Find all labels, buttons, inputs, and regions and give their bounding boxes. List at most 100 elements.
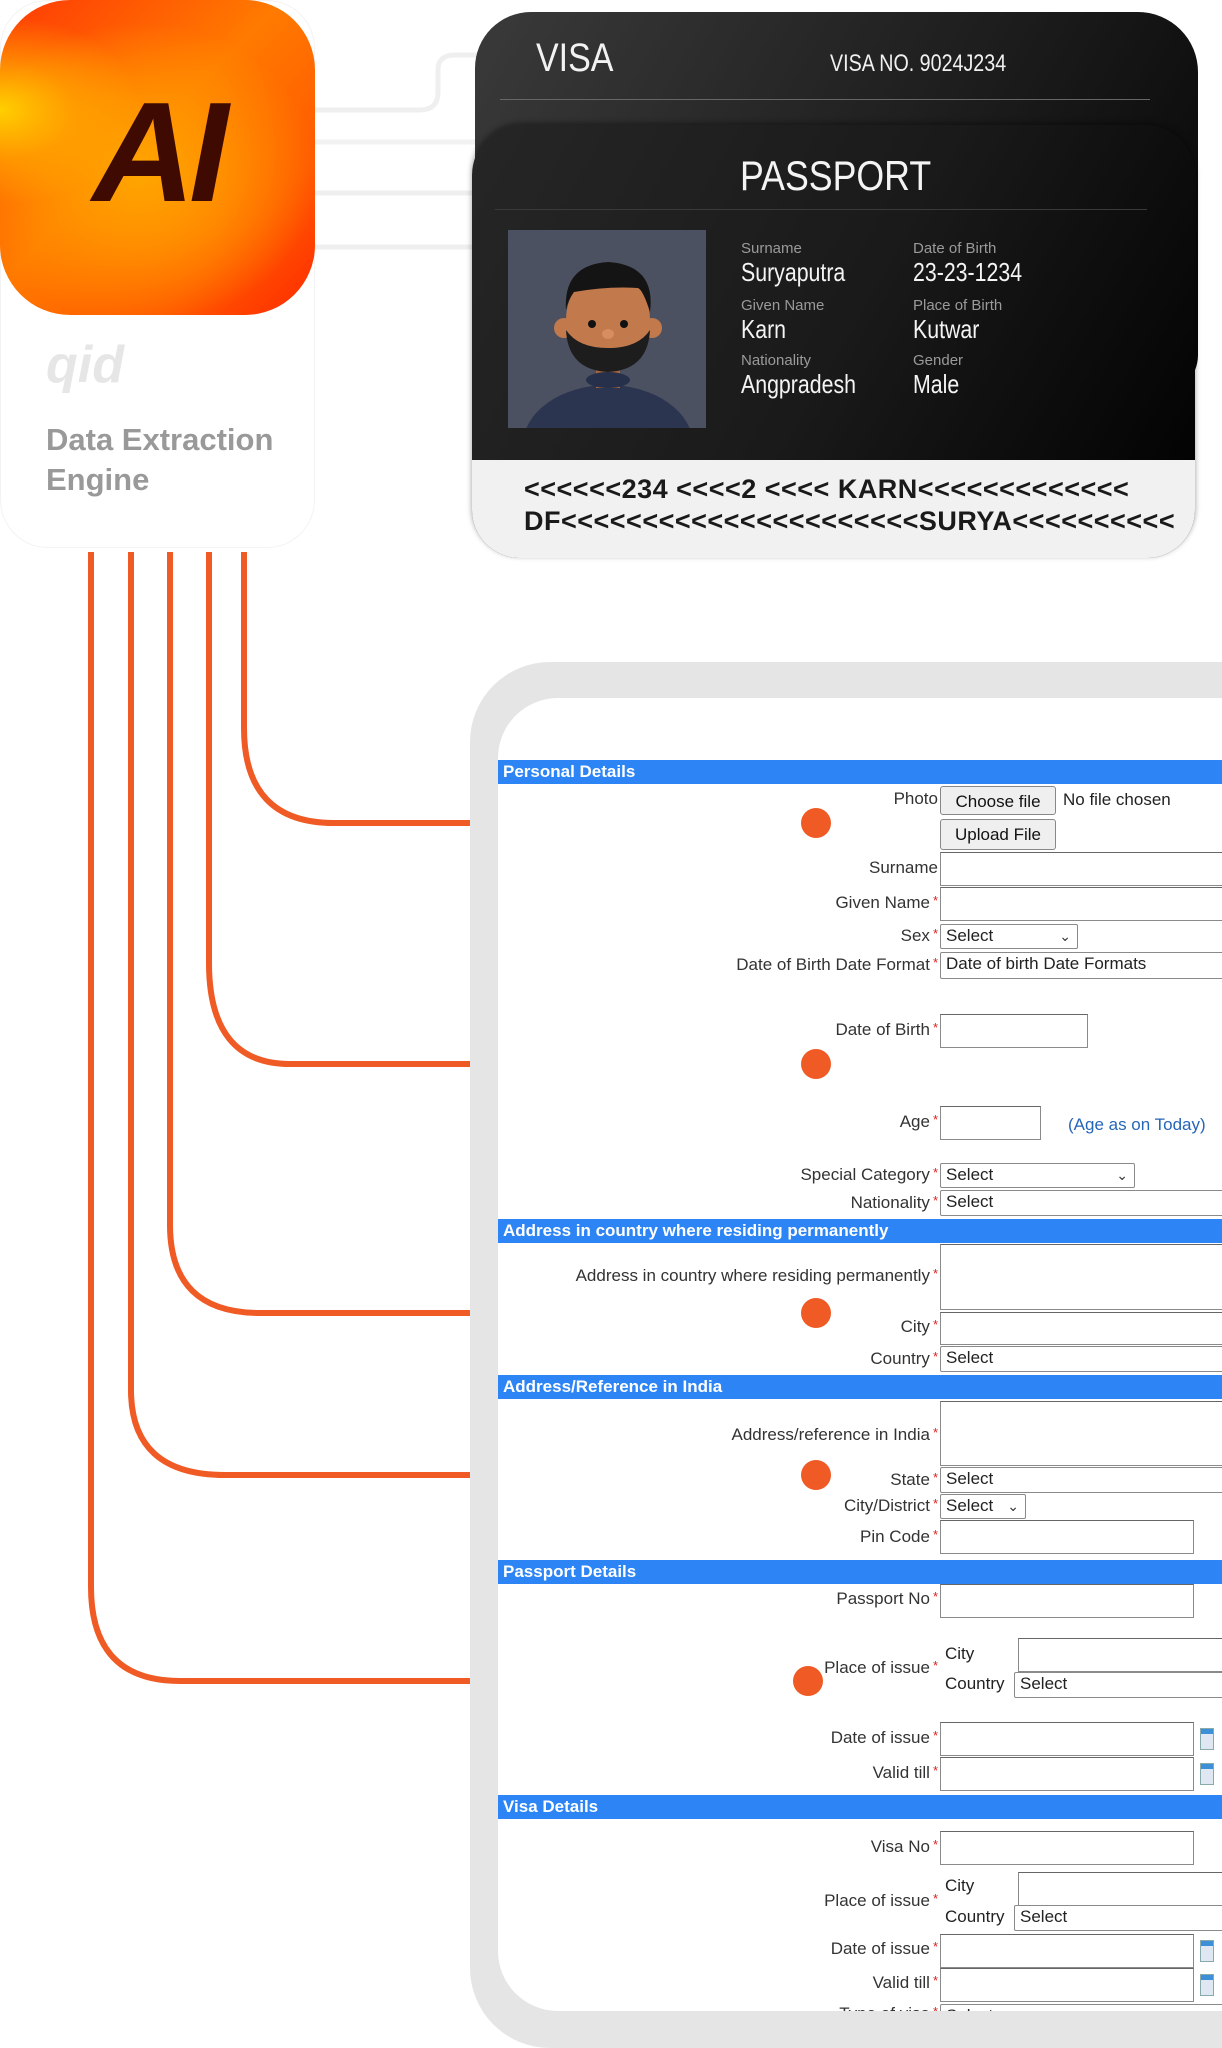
address-india-textarea[interactable] — [940, 1401, 1222, 1466]
given-name-input[interactable] — [940, 887, 1222, 921]
label-age: Age * — [899, 1112, 938, 1131]
label-passport-date-issue: Date of issue * — [830, 1728, 938, 1747]
visa-country-select[interactable]: Select — [1014, 1905, 1222, 1931]
label-given-name: Given Name * — [835, 893, 938, 912]
connector-visa-title — [315, 52, 495, 113]
label-city-abroad: City * — [900, 1317, 938, 1336]
label-sex: Sex * — [900, 926, 938, 945]
label-state: State * — [890, 1470, 938, 1489]
mrz-line-1: <<<<<<234 <<<<2 <<<< KARN<<<<<<<<<<<<< — [524, 474, 1130, 504]
visa-city-input[interactable] — [1018, 1872, 1222, 1906]
sex-select[interactable]: Select ⌄ — [940, 924, 1078, 949]
nationality-select[interactable]: Select — [940, 1190, 1222, 1216]
passport-valid-till-input[interactable] — [940, 1757, 1194, 1791]
chevron-down-icon: ⌄ — [1059, 928, 1071, 944]
city-abroad-input[interactable] — [940, 1312, 1222, 1345]
label-visa-no: Visa No * — [870, 1837, 938, 1856]
visa-number: VISA NO. 9024J234 — [830, 50, 1007, 77]
passport-country-select[interactable]: Select — [1014, 1672, 1222, 1698]
label-passport-no: Passport No * — [836, 1589, 938, 1608]
label-surname: Surname — [869, 858, 938, 877]
label-passport-city: City — [945, 1644, 975, 1663]
surname-input[interactable] — [940, 852, 1222, 886]
label-passport-place: Place of issue * — [824, 1658, 938, 1677]
visa-type-select[interactable]: Select — [940, 2004, 1222, 2011]
city-district-select[interactable]: Select ⌄ — [940, 1494, 1026, 1519]
field-value-given-name: Karn — [741, 314, 787, 344]
field-label-surname: Surname — [741, 240, 802, 257]
label-pin-code: Pin Code * — [860, 1527, 938, 1546]
visa-date-issue-input[interactable] — [940, 1934, 1194, 1968]
country-abroad-select[interactable]: Select — [940, 1346, 1222, 1372]
section-address-india: Address/Reference in India — [498, 1375, 1222, 1399]
field-value-nationality: Angpradesh — [741, 369, 856, 399]
mrz-line-2: DF<<<<<<<<<<<<<<<<<<<<<<SURYA<<<<<<<<<< — [524, 506, 1176, 536]
label-address-india: Address/reference in India * — [731, 1425, 938, 1444]
chevron-down-icon: ⌄ — [1116, 1167, 1128, 1183]
calendar-icon[interactable] — [1200, 1974, 1214, 1996]
calendar-icon[interactable] — [1200, 1763, 1214, 1785]
passport-city-input[interactable] — [1018, 1638, 1222, 1672]
passport-title: PASSPORT — [740, 152, 932, 199]
field-label-dob: Date of Birth — [913, 240, 997, 257]
label-address-abroad: Address in country where residing perman… — [575, 1266, 938, 1285]
visa-valid-till-input[interactable] — [940, 1968, 1194, 2002]
dob-input[interactable] — [940, 1014, 1088, 1048]
visa-application-form: Personal Details Photo Choose file No fi… — [498, 698, 1222, 2011]
age-input[interactable] — [940, 1106, 1041, 1140]
dob-format-select[interactable]: Date of birth Date Formats — [940, 952, 1222, 979]
section-passport-details: Passport Details — [498, 1560, 1222, 1584]
label-country-abroad: Country * — [870, 1349, 938, 1368]
passport-date-issue-input[interactable] — [940, 1722, 1194, 1756]
brand-name: qid — [46, 336, 124, 394]
engine-subtitle: Data Extraction Engine — [46, 422, 274, 497]
address-abroad-textarea[interactable] — [940, 1244, 1222, 1310]
connector-dot-passport — [793, 1666, 823, 1696]
passport-photo — [508, 230, 706, 428]
divider — [500, 99, 1150, 100]
connector-dot-address-abroad — [801, 1298, 831, 1328]
field-label-given-name: Given Name — [741, 297, 825, 314]
label-passport-country: Country — [945, 1674, 1005, 1693]
calendar-icon[interactable] — [1200, 1940, 1214, 1962]
field-label-nationality: Nationality — [741, 352, 812, 369]
field-label-place-of-birth: Place of Birth — [913, 297, 1003, 314]
label-visa-type: Type of visa* — [839, 2004, 938, 2011]
choose-file-button[interactable]: Choose file — [940, 786, 1056, 815]
visa-no-input[interactable] — [940, 1831, 1194, 1865]
pin-code-input[interactable] — [940, 1520, 1194, 1554]
label-dob-format: Date of Birth Date Format * — [736, 955, 938, 974]
special-category-select[interactable]: Select ⌄ — [940, 1163, 1135, 1188]
label-passport-valid-till: Valid till * — [872, 1763, 938, 1782]
divider — [495, 209, 1147, 210]
label-visa-place: Place of issue * — [824, 1891, 938, 1910]
visa-title: VISA — [536, 36, 614, 80]
no-file-chosen-text: No file chosen — [1063, 790, 1171, 809]
section-personal-details: Personal Details — [498, 760, 1222, 784]
connector-dot-personal — [801, 808, 831, 838]
ai-logo-text: AI — [92, 73, 229, 232]
state-select[interactable]: Select — [940, 1467, 1222, 1493]
section-visa-details: Visa Details — [498, 1795, 1222, 1819]
connector-dot-address-india — [801, 1460, 831, 1490]
label-special-category: Special Category * — [800, 1165, 938, 1184]
label-dob: Date of Birth * — [835, 1020, 938, 1039]
connector-dot-dob — [801, 1049, 831, 1079]
field-value-dob: 23-23-1234 — [913, 257, 1023, 287]
chevron-down-icon: ⌄ — [1007, 1498, 1019, 1514]
label-visa-city: City — [945, 1876, 975, 1895]
age-hint-text: (Age as on Today) — [1068, 1115, 1206, 1134]
calendar-icon[interactable] — [1200, 1728, 1214, 1750]
avatar-icon — [526, 262, 690, 428]
field-value-place-of-birth: Kutwar — [913, 314, 980, 344]
label-photo: Photo — [893, 789, 938, 808]
label-visa-date-issue: Date of issue * — [830, 1939, 938, 1958]
label-visa-country: Country — [945, 1907, 1005, 1926]
label-city-district: City/District * — [843, 1496, 938, 1515]
passport-no-input[interactable] — [940, 1584, 1194, 1618]
label-nationality: Nationality * — [850, 1193, 938, 1212]
section-address-abroad: Address in country where residing perman… — [498, 1219, 1222, 1243]
field-label-gender: Gender — [913, 352, 964, 369]
upload-file-button[interactable]: Upload File — [940, 819, 1056, 850]
field-value-gender: Male — [913, 369, 960, 399]
